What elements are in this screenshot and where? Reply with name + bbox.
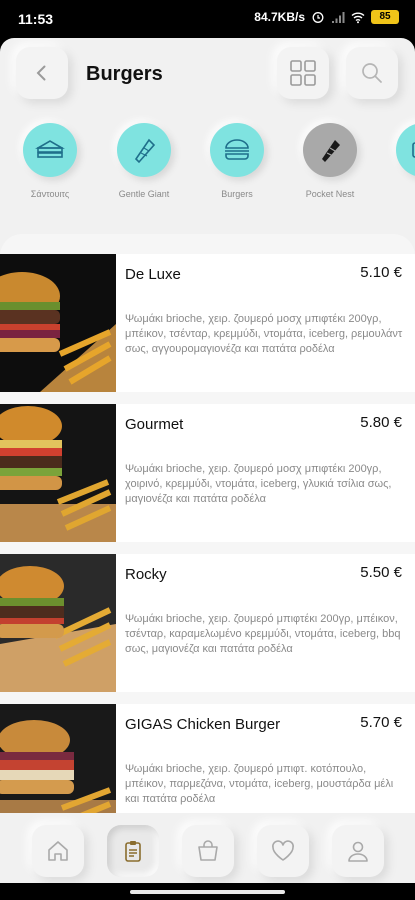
status-indicators: 84.7KB/s 85 bbox=[254, 10, 399, 24]
network-speed: 84.7KB/s bbox=[254, 10, 305, 24]
product-description: Ψωμάκι brioche, χειρ. ζουμερό μοσχ μπιφτ… bbox=[125, 313, 403, 355]
category-carousel: Σάντουιτς Gentle Giant Burgers Pocket Ne… bbox=[0, 123, 415, 208]
category-sandwiches[interactable]: Σάντουιτς bbox=[5, 123, 95, 199]
product-description: Ψωμάκι brioche, χειρ. ζουμερό μοσχ μπιφτ… bbox=[125, 463, 392, 505]
product-price: 5.50 € bbox=[360, 564, 402, 581]
burger-image bbox=[0, 254, 116, 392]
burger-image bbox=[0, 554, 116, 692]
signal-icon bbox=[332, 12, 345, 23]
search-button[interactable] bbox=[346, 47, 398, 99]
app-screen: Burgers Σάντουιτς Gentle Giant Burgers P… bbox=[0, 38, 415, 883]
bottom-navigation bbox=[0, 813, 415, 883]
sandwich-icon bbox=[35, 140, 65, 158]
wrap-icon bbox=[134, 138, 156, 164]
category-pocket-nest[interactable]: Pocket Nest bbox=[285, 123, 375, 199]
product-description: Ψωμάκι brioche, χειρ. ζουμερό μπιφτέκι 2… bbox=[125, 613, 401, 655]
category-burgers[interactable]: Burgers bbox=[192, 123, 282, 199]
nav-menu[interactable] bbox=[107, 825, 159, 877]
nav-favorites[interactable] bbox=[257, 825, 309, 877]
status-time: 11:53 bbox=[18, 11, 54, 27]
product-list: De Luxe 5.10 € Ψωμάκι brioche, χειρ. ζου… bbox=[0, 234, 415, 824]
product-item[interactable]: GIGAS Chicken Burger 5.70 € Ψωμάκι brioc… bbox=[0, 704, 415, 824]
nav-basket[interactable] bbox=[182, 825, 234, 877]
product-price: 5.80 € bbox=[360, 414, 402, 431]
category-icon-circle-active bbox=[303, 123, 357, 177]
product-item[interactable]: Gourmet 5.80 € Ψωμάκι brioche, χειρ. ζου… bbox=[0, 404, 415, 542]
status-bar: 11:53 84.7KB/s 85 bbox=[0, 0, 415, 38]
user-icon bbox=[348, 841, 368, 862]
home-indicator[interactable] bbox=[130, 890, 285, 894]
category-partial[interactable]: T bbox=[378, 123, 415, 199]
product-name: GIGAS Chicken Burger bbox=[125, 716, 281, 733]
header: Burgers bbox=[0, 38, 415, 118]
product-name: Rocky bbox=[125, 566, 167, 583]
product-name: De Luxe bbox=[125, 266, 181, 283]
category-label: T bbox=[378, 189, 415, 199]
pocket-wrap-icon bbox=[322, 140, 340, 162]
category-label: Gentle Giant bbox=[118, 189, 170, 199]
category-gentle-giant[interactable]: Gentle Giant bbox=[99, 123, 189, 199]
alarm-icon bbox=[312, 12, 324, 23]
nav-profile[interactable] bbox=[332, 825, 384, 877]
heart-icon bbox=[272, 840, 294, 861]
burger-image bbox=[0, 704, 116, 824]
product-name: Gourmet bbox=[125, 416, 184, 433]
page-title: Burgers bbox=[86, 63, 163, 85]
category-icon-circle bbox=[396, 123, 415, 177]
product-price: 5.70 € bbox=[360, 714, 402, 731]
category-icon-circle bbox=[117, 123, 171, 177]
wifi-icon bbox=[351, 12, 365, 24]
search-icon bbox=[362, 63, 382, 83]
category-icon-circle bbox=[210, 123, 264, 177]
back-button[interactable] bbox=[16, 47, 68, 99]
category-icon-circle bbox=[23, 123, 77, 177]
product-price: 5.10 € bbox=[360, 264, 402, 281]
category-label: Σάντουιτς bbox=[30, 189, 70, 199]
category-label: Pocket Nest bbox=[305, 189, 355, 199]
basket-icon bbox=[198, 840, 218, 861]
category-label: Burgers bbox=[221, 189, 253, 199]
product-item[interactable]: Rocky 5.50 € Ψωμάκι brioche, χειρ. ζουμε… bbox=[0, 554, 415, 692]
burger-icon bbox=[225, 139, 249, 160]
grid-view-button[interactable] bbox=[277, 47, 329, 99]
product-item[interactable]: De Luxe 5.10 € Ψωμάκι brioche, χειρ. ζου… bbox=[0, 254, 415, 392]
battery-icon: 85 bbox=[371, 10, 399, 24]
home-icon bbox=[48, 841, 68, 861]
product-description: Ψωμάκι brioche, χειρ. ζουμερό μπιφτ. κοτ… bbox=[125, 763, 394, 805]
gesture-bar bbox=[0, 883, 415, 900]
menu-clipboard-icon bbox=[125, 841, 141, 862]
food-icon bbox=[412, 142, 415, 158]
burger-image bbox=[0, 404, 116, 542]
grid-icon bbox=[290, 60, 316, 86]
chevron-left-icon bbox=[36, 65, 46, 81]
nav-home[interactable] bbox=[32, 825, 84, 877]
